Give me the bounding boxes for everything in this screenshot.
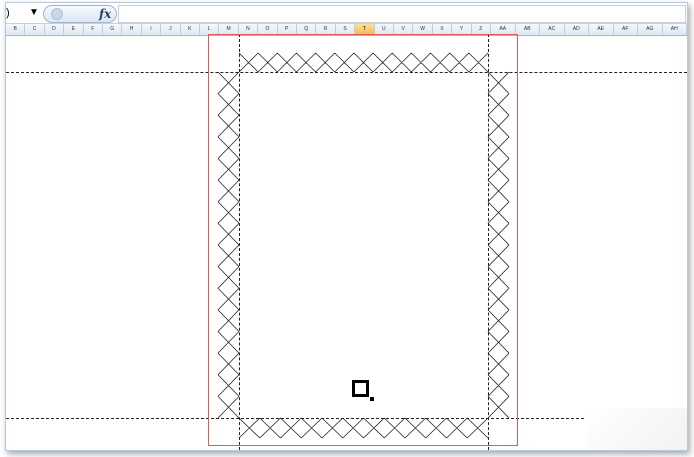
- worksheet-grid[interactable]: [6, 34, 687, 450]
- column-header-ah[interactable]: AH: [663, 24, 687, 35]
- column-header-g[interactable]: G: [103, 24, 123, 35]
- column-header-i[interactable]: I: [142, 24, 162, 35]
- border-pattern-left: [217, 71, 240, 419]
- active-cell[interactable]: [352, 380, 369, 397]
- cancel-entry-icon[interactable]: [51, 8, 63, 20]
- border-pattern-right: [487, 71, 510, 419]
- column-header-e[interactable]: E: [64, 24, 84, 35]
- column-header-j[interactable]: J: [161, 24, 181, 35]
- name-box[interactable]: ): [6, 6, 22, 20]
- spreadsheet-window: ) ▼ fx B C D E F G H I J K L M N O P Q R S T U V W X Y Z AA AB AC AD…: [5, 2, 688, 451]
- column-header-ab[interactable]: AB: [516, 24, 540, 35]
- fill-handle[interactable]: [370, 397, 374, 401]
- column-header-d[interactable]: D: [45, 24, 65, 35]
- column-header-b[interactable]: B: [6, 24, 26, 35]
- insert-function-button[interactable]: fx: [99, 6, 111, 22]
- sheet-edge-shadow: [586, 408, 687, 450]
- column-header-ae[interactable]: AE: [589, 24, 614, 35]
- column-header-ad[interactable]: AD: [565, 24, 589, 35]
- column-header-k[interactable]: K: [181, 24, 200, 35]
- column-header-c[interactable]: C: [25, 24, 45, 35]
- formula-bar: ) ▼ fx: [6, 3, 687, 24]
- name-box-dropdown-icon[interactable]: ▼: [27, 6, 41, 20]
- border-pattern-bottom: [238, 417, 489, 439]
- formula-controls: fx: [43, 5, 117, 23]
- border-pattern-top: [238, 52, 489, 73]
- column-header-h[interactable]: H: [122, 24, 142, 35]
- column-header-f[interactable]: F: [84, 24, 103, 35]
- column-header-ac[interactable]: AC: [540, 24, 565, 35]
- column-header-ag[interactable]: AG: [638, 24, 663, 35]
- column-header-af[interactable]: AF: [614, 24, 638, 35]
- formula-input[interactable]: [118, 5, 686, 23]
